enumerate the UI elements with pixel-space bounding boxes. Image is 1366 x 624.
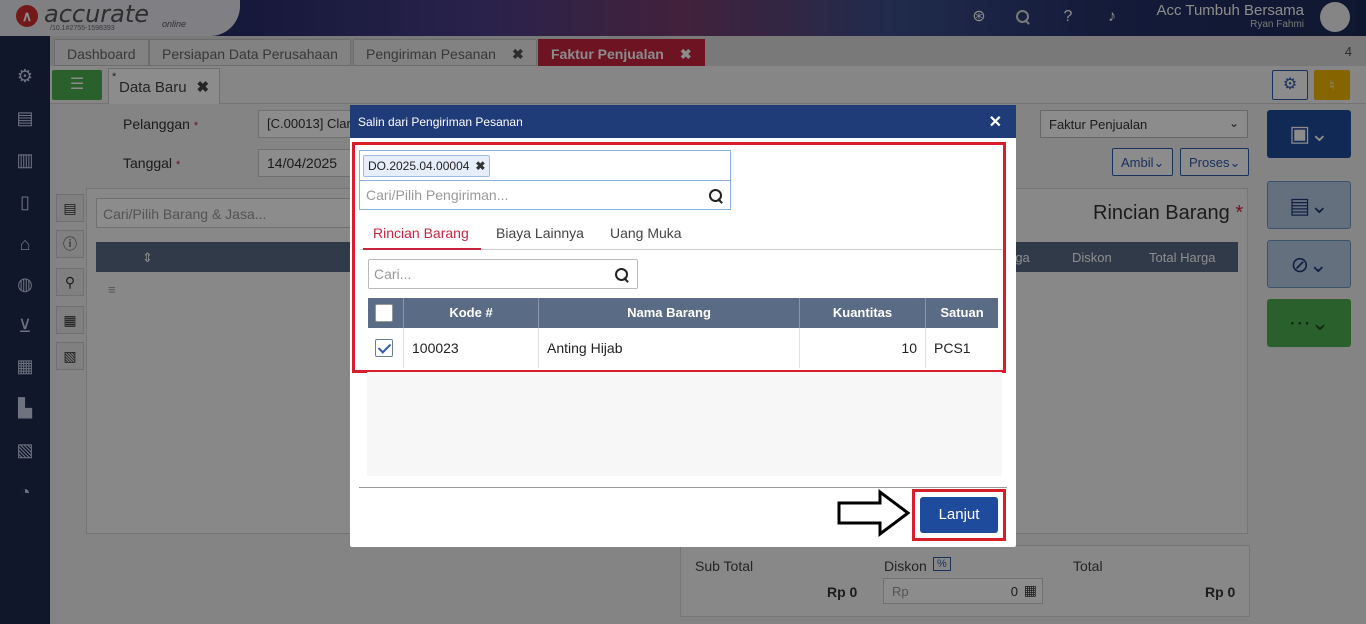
search-icon[interactable] [614,267,630,283]
delivery-search-input[interactable]: Cari/Pilih Pengiriman... [359,180,731,210]
table-empty-area [367,372,1002,476]
items-table-header: Kode # Nama Barang Kuantitas Satuan [368,298,998,328]
arrow-pointer-icon [837,489,911,537]
tab-uang-muka[interactable]: Uang Muka [610,225,682,241]
delivery-tag-input[interactable]: DO.2025.04.00004 ✖ [359,150,731,180]
table-row[interactable]: 100023 Anting Hijab 10 PCS1 [368,328,998,368]
col-kode[interactable]: Kode # [404,298,539,328]
modal-header: Salin dari Pengiriman Pesanan ✕ [350,105,1016,138]
lanjut-button[interactable]: Lanjut [920,497,998,533]
select-all-checkbox[interactable] [375,304,393,322]
cell-nama: Anting Hijab [539,328,800,368]
tab-rincian-barang[interactable]: Rincian Barang [373,225,469,241]
col-nama-barang[interactable]: Nama Barang [539,298,800,328]
delivery-chip-label: DO.2025.04.00004 [368,159,470,173]
cell-satuan: PCS1 [934,340,971,356]
cell-kode: 100023 [404,328,539,368]
filter-input[interactable]: Cari... [368,259,638,289]
cell-qty: 10 [800,328,926,368]
search-icon[interactable] [708,188,724,204]
modal-title: Salin dari Pengiriman Pesanan [358,115,523,129]
footer-divider [359,487,1007,488]
row-checkbox[interactable] [375,339,393,357]
close-icon[interactable]: ✕ [989,112,1002,132]
active-tab-indicator [363,248,481,250]
col-kuantitas[interactable]: Kuantitas [800,298,926,328]
remove-chip-icon[interactable]: ✖ [475,159,485,173]
tab-biaya-lainnya[interactable]: Biaya Lainnya [496,225,584,241]
delivery-chip: DO.2025.04.00004 ✖ [363,155,491,177]
col-satuan[interactable]: Satuan [926,298,998,328]
